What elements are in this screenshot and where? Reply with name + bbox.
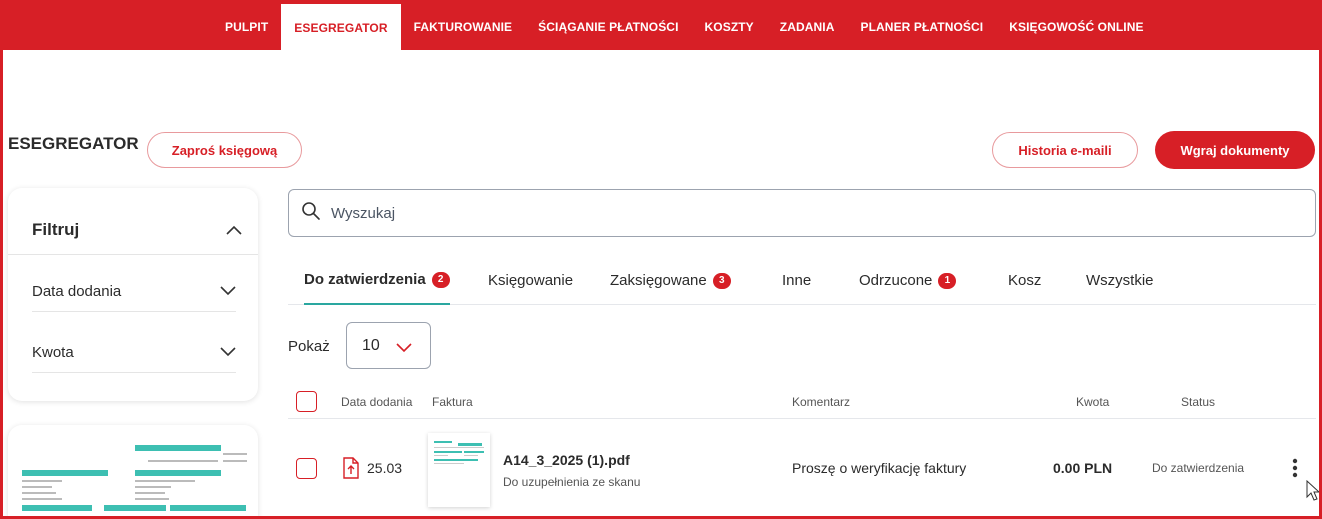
row-status: Do zatwierdzenia <box>1152 461 1245 475</box>
select-all-checkbox[interactable] <box>296 391 317 412</box>
count-badge: 3 <box>712 272 731 289</box>
tab-kosz[interactable]: Kosz <box>1008 256 1041 305</box>
nav-item-fakturowanie[interactable]: FAKTUROWANIE <box>401 0 526 50</box>
status-tabs: Do zatwierdzenia 2 Księgowanie Zaksięgow… <box>288 256 1316 305</box>
invite-accountant-button[interactable]: Zaproś księgową <box>147 132 302 168</box>
filter-date-added[interactable]: Data dodania <box>32 272 236 312</box>
tab-label: Kosz <box>1008 272 1042 289</box>
chevron-up-icon[interactable] <box>226 222 242 240</box>
pdf-upload-icon <box>343 457 359 484</box>
tab-ksiegowanie[interactable]: Księgowanie <box>488 256 573 305</box>
row-comment: Proszę o weryfikację faktury <box>792 460 967 476</box>
nav-item-koszty[interactable]: KOSZTY <box>692 0 767 50</box>
tab-label: Do zatwierdzenia <box>304 271 426 288</box>
tab-label: Zaksięgowane <box>610 272 707 289</box>
tab-label: Księgowanie <box>488 272 574 289</box>
tab-label: Wszystkie <box>1086 272 1154 289</box>
nav-item-ksiegowosc-online[interactable]: KSIĘGOWOŚĆ ONLINE <box>996 0 1156 50</box>
tab-odrzucone[interactable]: Odrzucone 1 <box>859 256 957 305</box>
filter-divider <box>8 254 258 255</box>
table-header-divider <box>288 418 1316 419</box>
nav-item-pulpit[interactable]: PULPIT <box>212 0 281 50</box>
filter-date-label: Data dodania <box>32 283 122 300</box>
nav-item-planer-platnosci[interactable]: PLANER PŁATNOŚCI <box>848 0 997 50</box>
upload-documents-button[interactable]: Wgraj dokumenty <box>1155 131 1315 169</box>
page-title: ESEGREGATOR <box>8 134 139 153</box>
mouse-cursor-icon <box>1306 479 1321 507</box>
tab-zaksiegowane[interactable]: Zaksięgowane 3 <box>610 256 731 305</box>
top-navigation: PULPIT ESEGREGATOR FAKTUROWANIE ŚCIĄGANI… <box>0 0 1322 50</box>
column-header-status[interactable]: Status <box>1181 395 1215 409</box>
nav-item-sciaganie-platnosci[interactable]: ŚCIĄGANIE PŁATNOŚCI <box>525 0 691 50</box>
chevron-down-icon <box>220 283 236 300</box>
search-input[interactable] <box>331 204 1231 222</box>
search-bar[interactable] <box>288 189 1316 237</box>
invoice-source-note: Do uzupełnienia ze skanu <box>503 475 641 489</box>
document-preview-image <box>22 445 247 511</box>
column-header-comment[interactable]: Komentarz <box>792 395 850 409</box>
page-size-select[interactable]: 10 <box>346 322 431 369</box>
count-badge: 2 <box>431 271 450 288</box>
page-size-label: Pokaż <box>288 338 330 355</box>
tab-wszystkie[interactable]: Wszystkie <box>1086 256 1154 305</box>
row-amount: 0.00 PLN <box>1053 460 1113 476</box>
filter-amount[interactable]: Kwota <box>32 333 236 373</box>
row-checkbox[interactable] <box>296 458 317 479</box>
invoice-filename[interactable]: A14_3_2025 (1).pdf <box>503 452 630 468</box>
document-preview[interactable] <box>8 425 258 519</box>
column-header-date[interactable]: Data dodania <box>341 395 412 409</box>
filter-title: Filtruj <box>32 220 80 239</box>
filter-amount-label: Kwota <box>32 344 74 361</box>
chevron-down-icon <box>396 340 412 358</box>
search-icon <box>301 201 321 226</box>
tab-do-zatwierdzenia[interactable]: Do zatwierdzenia 2 <box>304 256 450 305</box>
invoice-thumbnail[interactable] <box>428 433 490 507</box>
tab-inne[interactable]: Inne <box>782 256 811 305</box>
count-badge: 1 <box>938 272 957 289</box>
nav-item-zadania[interactable]: ZADANIA <box>767 0 848 50</box>
page-size-value: 10 <box>362 336 380 354</box>
row-date: 25.03 <box>367 460 403 476</box>
column-header-invoice[interactable]: Faktura <box>432 395 473 409</box>
tab-label: Odrzucone <box>859 272 933 289</box>
filter-panel: Filtruj Data dodania Kwota <box>8 188 258 401</box>
chevron-down-icon <box>220 344 236 361</box>
tab-label: Inne <box>782 272 812 289</box>
email-history-button[interactable]: Historia e-maili <box>992 132 1138 168</box>
nav-item-esegregator[interactable]: ESEGREGATOR <box>281 4 401 50</box>
column-header-amount[interactable]: Kwota <box>1076 395 1109 409</box>
more-options-icon[interactable] <box>1286 456 1304 482</box>
